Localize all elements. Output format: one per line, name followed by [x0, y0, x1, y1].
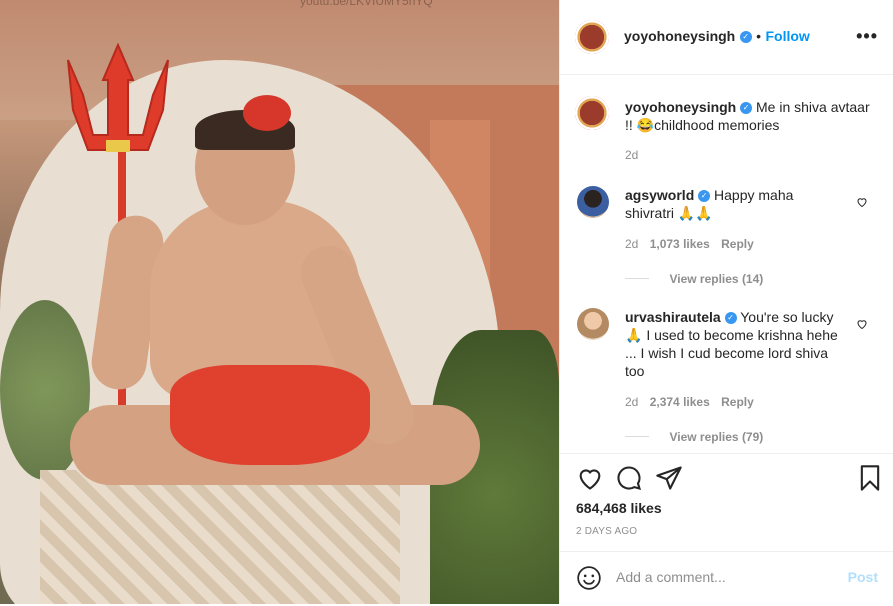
more-options-icon[interactable]: •••	[856, 26, 878, 47]
verified-icon: ✓	[724, 312, 737, 325]
view-replies-label[interactable]: View replies (14)	[669, 272, 763, 286]
reply-button[interactable]: Reply	[721, 237, 754, 251]
author-username[interactable]: yoyohoneysingh	[624, 28, 735, 44]
comment-likes[interactable]: 2,374 likes	[650, 395, 710, 409]
replies-divider	[625, 436, 649, 438]
commenter-username[interactable]: urvashirautela	[625, 309, 721, 325]
post-actions: 684,468 likes 2 DAYS AGO Add a comment..…	[560, 453, 893, 604]
add-comment-input[interactable]: Add a comment...	[616, 569, 726, 585]
caption-avatar[interactable]	[575, 96, 609, 130]
commenter-avatar[interactable]	[577, 308, 609, 340]
caption-username[interactable]: yoyohoneysingh	[625, 99, 736, 115]
comment-line4: too	[625, 363, 645, 379]
comment-text: agsyworld ✓ Happy maha shivratri 🙏🙏	[625, 186, 860, 222]
author-avatar[interactable]	[575, 20, 609, 54]
replies-divider	[625, 278, 649, 280]
separator-dot: •	[756, 28, 762, 44]
follow-button[interactable]: Follow	[766, 28, 810, 44]
like-comment-heart-icon[interactable]	[856, 196, 868, 208]
comment-line3: ... I wish I cud become lord shiva	[625, 345, 829, 361]
comment-item: agsyworld ✓ Happy maha shivratri 🙏🙏 2d 1…	[560, 180, 893, 290]
author-line: yoyohoneysingh ✓ • Follow	[624, 28, 810, 46]
comment-meta: 2d 1,073 likes Reply	[625, 237, 754, 251]
post-sidebar: yoyohoneysingh ✓ • Follow ••• yoyohoneys…	[559, 0, 893, 604]
comment-text: urvashirautela ✓ You're so lucky 🙏 I use…	[625, 308, 860, 380]
emoji-smiley-icon[interactable]	[576, 565, 602, 591]
post-timestamp[interactable]: 2 DAYS AGO	[576, 526, 637, 537]
commenter-username[interactable]: agsyworld	[625, 187, 694, 203]
view-replies[interactable]: View replies (79)	[625, 428, 763, 446]
photo-trident	[67, 42, 169, 152]
photo-dhoti	[170, 365, 370, 465]
verified-icon: ✓	[739, 30, 752, 43]
comment-time[interactable]: 2d	[625, 237, 638, 251]
post-photo[interactable]: youtu.be/LKVIUMY5hYQ	[0, 0, 559, 604]
view-replies[interactable]: View replies (14)	[625, 270, 763, 288]
comment-likes[interactable]: 1,073 likes	[650, 237, 710, 251]
post-header: yoyohoneysingh ✓ • Follow •••	[560, 0, 893, 75]
verified-icon: ✓	[698, 190, 711, 203]
caption-line2: !! 😂childhood memories	[625, 117, 780, 133]
comment-item: urvashirautela ✓ You're so lucky 🙏 I use…	[560, 302, 893, 452]
photo-topknot	[243, 95, 291, 131]
comment-meta: 2d 2,374 likes Reply	[625, 395, 754, 409]
caption-time[interactable]: 2d	[625, 148, 638, 162]
caption-line1: Me in shiva avtaar	[756, 99, 870, 115]
view-replies-label[interactable]: View replies (79)	[669, 430, 763, 444]
save-bookmark-icon[interactable]	[856, 464, 884, 492]
caption-text: yoyohoneysingh ✓ Me in shiva avtaar !! 😂…	[625, 98, 875, 134]
verified-icon: ✓	[740, 102, 753, 115]
comment-line2: shivratri 🙏🙏	[625, 205, 713, 221]
photo-watermark: youtu.be/LKVIUMY5hYQ	[300, 0, 433, 8]
comment-line1: Happy maha	[714, 187, 794, 203]
comment-line2: 🙏 I used to become krishna hehe	[625, 327, 838, 343]
add-comment-bar: Add a comment... Post	[560, 551, 893, 606]
photo-rug	[40, 470, 400, 604]
commenter-avatar[interactable]	[577, 186, 609, 218]
comment-bubble-icon[interactable]	[615, 464, 643, 492]
comment-time[interactable]: 2d	[625, 395, 638, 409]
post-comment-button[interactable]: Post	[848, 569, 878, 585]
comment-line1: You're so lucky	[740, 309, 834, 325]
reply-button[interactable]: Reply	[721, 395, 754, 409]
share-paper-plane-icon[interactable]	[655, 464, 683, 492]
post-likes-count[interactable]: 684,468 likes	[576, 500, 662, 516]
instagram-post-view: youtu.be/LKVIUMY5hYQ yoyohoneysingh ✓ • …	[0, 0, 893, 604]
like-heart-icon[interactable]	[576, 464, 604, 492]
like-comment-heart-icon[interactable]	[856, 318, 868, 330]
